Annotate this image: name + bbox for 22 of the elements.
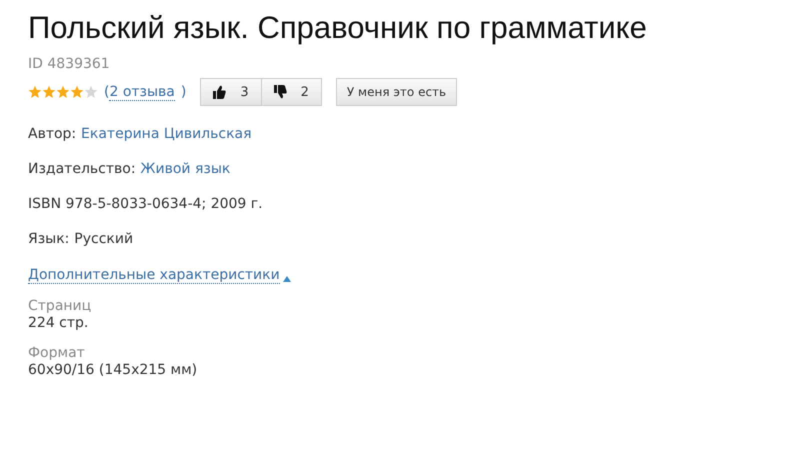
vote-button[interactable]: 2 xyxy=(262,78,322,106)
spec-name: Формат xyxy=(28,345,86,361)
isbn-text: ISBN 978-5-8033-0634-4; 2009 г. xyxy=(28,196,264,212)
book-id: ID 4839361 xyxy=(28,56,111,72)
field-link[interactable]: Екатерина Цивильская xyxy=(81,126,252,142)
spec-value: 60x90/16 (145x215 мм) xyxy=(28,362,198,378)
book-title: Польский язык. Справочник по грамматике xyxy=(28,9,648,47)
thumbs-down-icon xyxy=(274,85,287,99)
spec-value: 224 стр. xyxy=(28,315,90,331)
paren: ( xyxy=(104,84,110,100)
field-label: Издательство: xyxy=(28,161,136,177)
field-link[interactable]: Живой язык xyxy=(140,161,230,177)
thumbs-up-icon xyxy=(213,85,226,99)
reviews-link[interactable]: 2 отзыва xyxy=(109,84,175,100)
field-value: Русский xyxy=(74,231,134,247)
field-label: Автор: xyxy=(28,126,76,142)
more-details-link[interactable]: Дополнительные характеристики xyxy=(28,267,280,284)
field-label: Язык: xyxy=(28,231,70,247)
paren: ) xyxy=(180,84,186,100)
vote-button[interactable]: 3 xyxy=(200,78,262,106)
spec-name: Страниц xyxy=(28,298,92,314)
have-it-button[interactable]: У меня это есть xyxy=(336,78,458,106)
